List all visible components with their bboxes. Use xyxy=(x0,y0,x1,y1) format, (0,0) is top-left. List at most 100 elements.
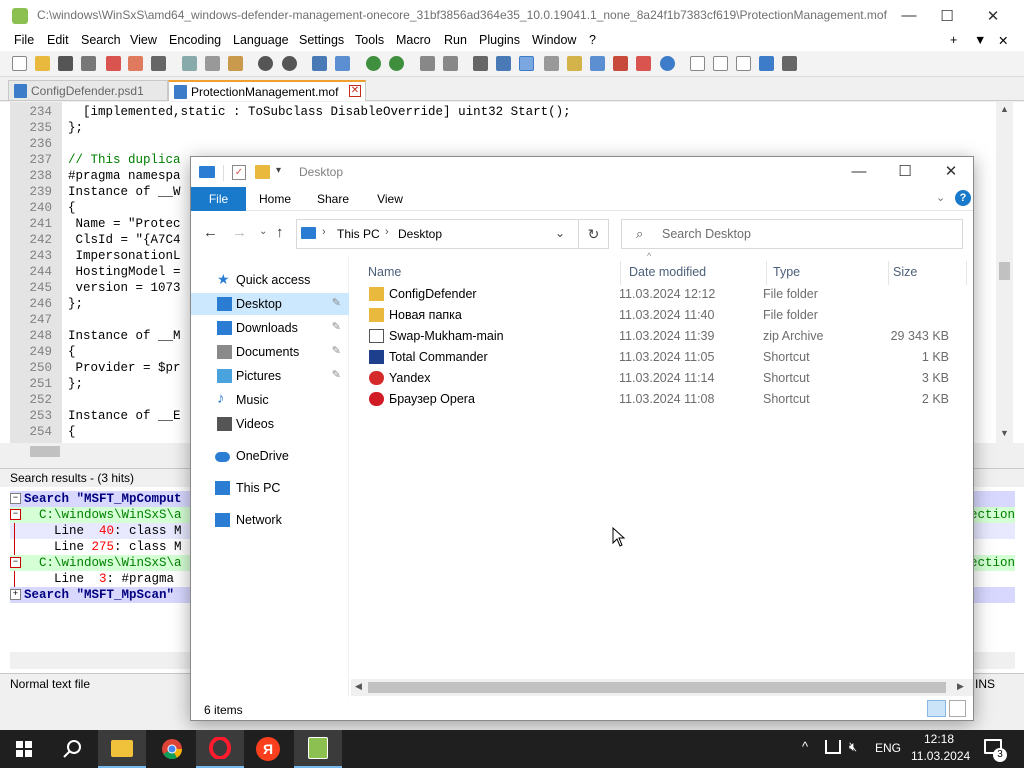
clock-time[interactable]: 12:18 xyxy=(924,732,954,746)
sync-h-icon[interactable] xyxy=(443,56,458,71)
menu-settings[interactable]: Settings xyxy=(299,33,344,47)
start-button[interactable] xyxy=(0,730,48,768)
language-indicator[interactable]: ENG xyxy=(875,741,901,755)
menu-tools[interactable]: Tools xyxy=(355,33,384,47)
play-macro-icon[interactable] xyxy=(736,56,751,71)
taskbar-explorer[interactable] xyxy=(98,730,146,768)
menu-run[interactable]: Run xyxy=(444,33,467,47)
column-header-date[interactable]: Date modified xyxy=(625,261,767,285)
menu-edit[interactable]: Edit xyxy=(47,33,69,47)
cut-icon[interactable] xyxy=(182,56,197,71)
explorer-minimize-button[interactable]: — xyxy=(836,157,882,185)
refresh-button[interactable]: ↻ xyxy=(579,219,609,249)
zoom-in-icon[interactable] xyxy=(366,56,381,71)
menu-encoding[interactable]: Encoding xyxy=(169,33,221,47)
folder-workspace-icon[interactable] xyxy=(613,56,628,71)
menu-search[interactable]: Search xyxy=(81,33,121,47)
tab-close-icon[interactable]: ✕ xyxy=(349,85,361,97)
fold-marker-icon[interactable]: − xyxy=(10,509,21,520)
file-row[interactable]: Браузер Opera 11.03.2024 11:08 Shortcut 2 K… xyxy=(357,389,963,410)
taskbar-notepadpp[interactable] xyxy=(294,730,342,768)
nav-item-network[interactable]: Network xyxy=(191,509,349,531)
run-macro-multi-icon[interactable] xyxy=(759,56,774,71)
file-row[interactable]: Новая папка 11.03.2024 11:40 File folder xyxy=(357,305,963,326)
zoom-out-icon[interactable] xyxy=(389,56,404,71)
tab-configdefender[interactable]: ConfigDefender.psd1 xyxy=(8,80,168,101)
tab-protectionmanagement[interactable]: ProtectionManagement.mof ✕ xyxy=(168,80,366,101)
scroll-right-arrow[interactable]: ▶ xyxy=(957,681,964,692)
taskbar-opera[interactable] xyxy=(196,730,244,768)
volume-muted-icon[interactable]: 🔇︎ xyxy=(849,739,857,755)
file-row[interactable]: Total Commander 11.03.2024 11:05 Shortcut 1… xyxy=(357,347,963,368)
explorer-maximize-button[interactable]: ☐ xyxy=(882,157,928,185)
forward-button[interactable]: → xyxy=(232,224,247,241)
scroll-down-arrow[interactable]: ▼ xyxy=(1000,428,1009,438)
clock-date[interactable]: 11.03.2024 xyxy=(911,749,970,763)
nav-item-music[interactable]: ♪ Music xyxy=(191,389,349,411)
close-doc-button[interactable]: ✕ xyxy=(998,33,1008,48)
column-header-size[interactable]: Size xyxy=(891,261,967,285)
menu-plugins[interactable]: Plugins xyxy=(479,33,520,47)
search-input[interactable]: ⌕ Search Desktop xyxy=(621,219,963,249)
back-button[interactable]: ← xyxy=(203,224,218,241)
customize-qat-icon[interactable]: ▾ xyxy=(276,165,281,176)
tab-list-button[interactable]: ▼ xyxy=(974,33,986,47)
menu-language[interactable]: Language xyxy=(233,33,289,47)
taskbar-chrome[interactable] xyxy=(148,730,196,768)
nav-item-desktop[interactable]: Desktop ✎ xyxy=(191,293,349,315)
file-list-horizontal-scrollbar[interactable]: ◀ ▶ xyxy=(351,679,973,696)
details-view-button[interactable] xyxy=(927,700,946,717)
network-status-icon[interactable] xyxy=(825,740,841,754)
lang-icon[interactable] xyxy=(544,56,559,71)
file-row[interactable]: Swap-Mukham-main 11.03.2024 11:39 zip Arch… xyxy=(357,326,963,347)
column-header-name[interactable]: Name xyxy=(357,261,621,285)
func-list-icon[interactable] xyxy=(590,56,605,71)
explorer-titlebar[interactable]: ✓ ▾ Desktop — ☐ ✕ xyxy=(191,157,973,187)
nav-item-quick-access[interactable]: ★ Quick access xyxy=(191,269,349,291)
show-hidden-icons[interactable]: ^ xyxy=(802,739,808,754)
doc-map-icon[interactable] xyxy=(567,56,582,71)
nav-item-pictures[interactable]: Pictures ✎ xyxy=(191,365,349,387)
nav-item-videos[interactable]: Videos xyxy=(191,413,349,435)
nav-item-onedrive[interactable]: OneDrive xyxy=(191,445,349,467)
up-button[interactable]: ↑ xyxy=(276,224,284,241)
file-row[interactable]: ConfigDefender 11.03.2024 12:12 File folde… xyxy=(357,284,963,305)
ribbon-tab-view[interactable]: View xyxy=(365,187,415,211)
print-icon[interactable] xyxy=(151,56,166,71)
new-file-icon[interactable] xyxy=(12,56,27,71)
menu-view[interactable]: View xyxy=(130,33,157,47)
sync-v-icon[interactable] xyxy=(420,56,435,71)
address-dropdown-icon[interactable]: ⌄ xyxy=(555,226,565,240)
folder-as-ws-icon[interactable] xyxy=(636,56,651,71)
scroll-thumb[interactable] xyxy=(30,446,60,457)
help-icon[interactable]: ? xyxy=(955,190,971,206)
ribbon-tab-file[interactable]: File xyxy=(191,187,246,211)
close-all-icon[interactable] xyxy=(128,56,143,71)
file-row[interactable]: Yandex 11.03.2024 11:14 Shortcut 3 KB xyxy=(357,368,963,389)
fold-marker-icon[interactable]: − xyxy=(10,493,21,504)
copy-icon[interactable] xyxy=(205,56,220,71)
monitor-icon[interactable] xyxy=(660,56,675,71)
expand-ribbon-icon[interactable]: ⌄ xyxy=(936,191,945,204)
taskbar-yandex[interactable]: Я xyxy=(244,730,292,768)
breadcrumb-desktop[interactable]: Desktop xyxy=(398,227,442,241)
ribbon-tab-home[interactable]: Home xyxy=(249,187,301,211)
new-tab-button[interactable]: + xyxy=(950,33,957,47)
fold-marker-icon[interactable]: − xyxy=(10,557,21,568)
editor-vertical-scrollbar[interactable]: ▲ ▼ xyxy=(996,102,1013,443)
address-bar[interactable]: › This PC › Desktop ⌄ xyxy=(296,219,579,249)
search-button[interactable] xyxy=(48,730,96,768)
save-all-icon[interactable] xyxy=(81,56,96,71)
large-icons-view-button[interactable] xyxy=(949,700,966,717)
menu-file[interactable]: File xyxy=(14,33,34,47)
all-chars-icon[interactable] xyxy=(496,56,511,71)
replace-icon[interactable] xyxy=(335,56,350,71)
nav-item-downloads[interactable]: Downloads ✎ xyxy=(191,317,349,339)
explorer-close-button[interactable]: ✕ xyxy=(928,157,974,185)
stop-macro-icon[interactable] xyxy=(713,56,728,71)
paste-icon[interactable] xyxy=(228,56,243,71)
nav-item-documents[interactable]: Documents ✎ xyxy=(191,341,349,363)
npp-titlebar[interactable]: C:\windows\WinSxS\amd64_windows-defender… xyxy=(0,0,1024,31)
wrap-icon[interactable] xyxy=(473,56,488,71)
nav-item-this-pc[interactable]: This PC xyxy=(191,477,349,499)
